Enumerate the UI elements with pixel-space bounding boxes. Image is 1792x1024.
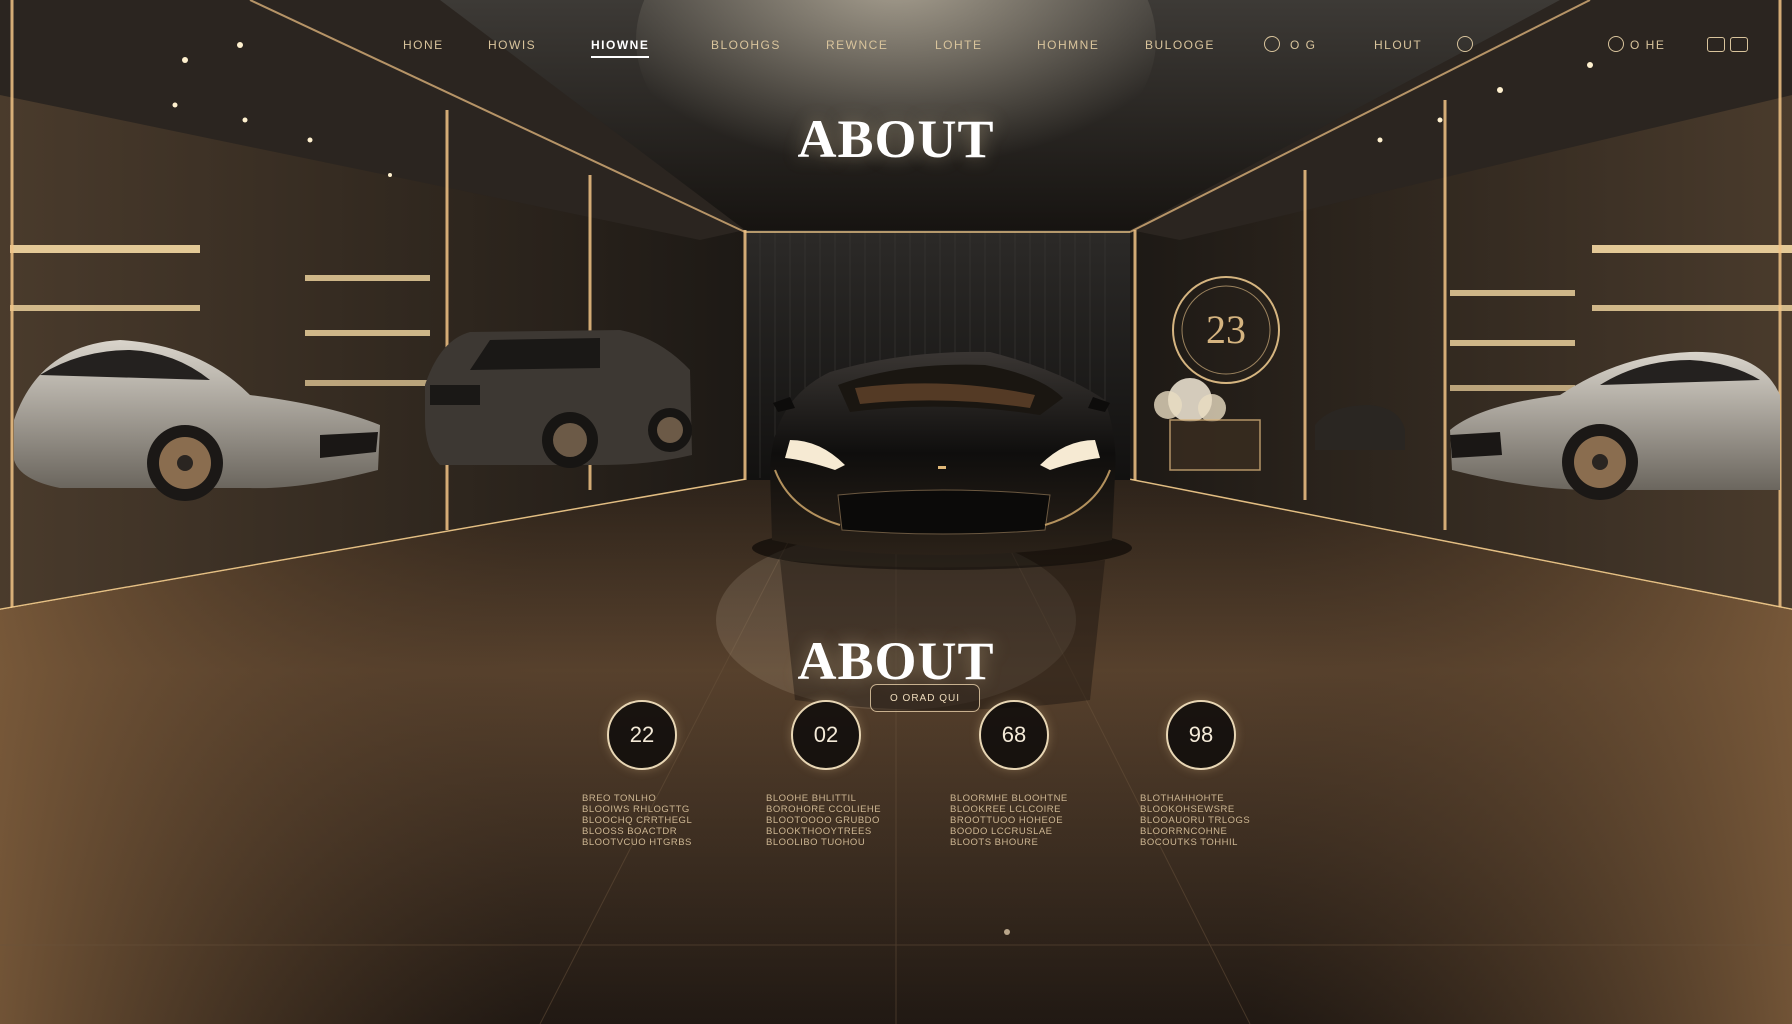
scroll-indicator-dot[interactable] (1004, 929, 1010, 935)
stat-line: BLOOAUORU TRLOGS (1140, 815, 1251, 826)
circle-icon[interactable] (1457, 36, 1473, 52)
nav-item-6[interactable]: LOHTE (935, 38, 983, 52)
stat-circle-2: 02 (791, 700, 861, 770)
stat-line: BLOTHAHHOHTE (1140, 793, 1225, 804)
cta-button[interactable]: O ORAD QUI (870, 684, 980, 712)
stat-line: BOODO LCCRUSLAE (950, 826, 1053, 837)
nav-item-7[interactable]: HOHMNE (1037, 38, 1099, 52)
nav-right-text[interactable]: O HE (1630, 38, 1665, 52)
top-navigation: HONE HOWIS HIOWNE BLOOHGS REWNCE LOHTE H… (0, 30, 1792, 64)
stat-line: BOCOUTKS TOHHIL (1140, 837, 1238, 848)
stat-description-4: BLOTHAHHOHTE BLOOKOHSEWSRE BLOOAUORU TRL… (1140, 793, 1270, 848)
stat-line: BLOOKOHSEWSRE (1140, 804, 1235, 815)
nav-item-2[interactable]: HOWIS (488, 38, 536, 52)
stat-line: BROOTTUOO HOHEOE (950, 815, 1064, 826)
stat-line: BLOOCHQ CRRTHEGL (582, 815, 693, 826)
stat-line: BLOOHE BHLITTIL (766, 793, 857, 804)
stat-line: BLOORMHE BLOOHTNE (950, 793, 1068, 804)
circle-icon[interactable] (1264, 36, 1280, 52)
stat-line: BLOOSS BOACTDR (582, 826, 678, 837)
stat-circle-4: 98 (1166, 700, 1236, 770)
stat-line: BLOOKREE LCLCOIRE (950, 804, 1061, 815)
stat-description-1: BREO TONLHO BLOOIWS RHLOGTTG BLOOCHQ CRR… (582, 793, 712, 848)
stat-line: BLOOLIBO TUOHOU (766, 837, 866, 848)
stat-line: BLOOTOOOO GRUBDO (766, 815, 880, 826)
stat-line: BOROHORE CCOLIEHE (766, 804, 882, 815)
nav-item-4[interactable]: BLOOHGS (711, 38, 781, 52)
stat-description-3: BLOORMHE BLOOHTNE BLOOKREE LCLCOIRE BROO… (950, 793, 1080, 848)
stat-line: BLOORRNCOHNE (1140, 826, 1228, 837)
page-title-main: ABOUT (797, 630, 995, 691)
stat-line: BLOOIWS RHLOGTTG (582, 804, 690, 815)
nav-item-8[interactable]: BULOOGE (1145, 38, 1215, 52)
stat-line: BLOOTS BHOURE (950, 837, 1039, 848)
stat-line: BREO TONLHO (582, 793, 657, 804)
nav-item-9[interactable]: O G (1290, 38, 1317, 52)
stat-line: BLOOTVCUO HTGRBS (582, 837, 692, 848)
page-title-top: ABOUT (797, 109, 995, 170)
nav-item-5[interactable]: REWNCE (826, 38, 888, 52)
stat-circle-1: 22 (607, 700, 677, 770)
square-icon[interactable] (1707, 37, 1725, 52)
nav-item-active[interactable]: HIOWNE (591, 38, 650, 58)
square-icon[interactable] (1730, 37, 1748, 52)
nav-item-home[interactable]: HONE (403, 38, 444, 52)
stat-line: BLOOKTHOOYTREES (766, 826, 872, 837)
nav-item-about[interactable]: HLOUT (1374, 38, 1422, 52)
stat-circle-3: 68 (979, 700, 1049, 770)
showroom-badge: 23 (1206, 307, 1246, 352)
stat-description-2: BLOOHE BHLITTIL BOROHORE CCOLIEHE BLOOTO… (766, 793, 896, 848)
circle-icon[interactable] (1608, 36, 1624, 52)
